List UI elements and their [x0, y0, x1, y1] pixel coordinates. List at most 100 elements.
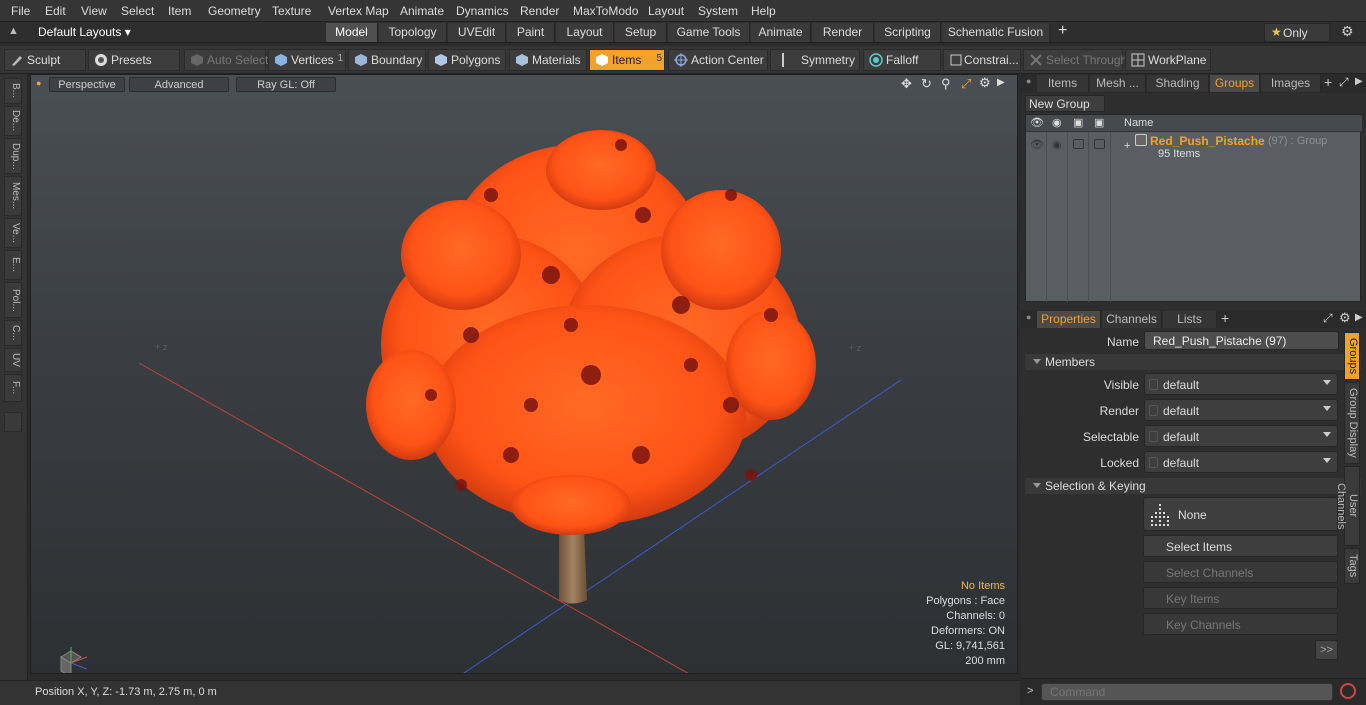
row-lock-checkbox[interactable] — [1073, 139, 1084, 149]
menu-geometry[interactable]: Geometry — [208, 4, 261, 18]
raygl-toggle[interactable]: Ray GL: Off — [236, 77, 336, 92]
eye-icon[interactable]: 👁 — [1030, 116, 1044, 129]
tab-channels[interactable]: Channels — [1102, 311, 1162, 328]
select-through-button[interactable]: Select Through — [1023, 49, 1127, 71]
tool-deform[interactable]: De... — [4, 106, 22, 136]
boundary-button[interactable]: Boundary — [348, 49, 426, 71]
action-center-button[interactable]: Action Center — [668, 49, 768, 71]
tab-model[interactable]: Model — [326, 23, 378, 42]
render-icon[interactable]: ◉ — [1052, 116, 1062, 129]
tool-polygon[interactable]: Pol... — [4, 282, 22, 318]
only-toggle[interactable]: ★ Only — [1264, 23, 1330, 42]
gear-icon[interactable]: ⚙ — [1341, 23, 1354, 40]
row-eye-icon[interactable]: 👁 — [1030, 138, 1044, 151]
menu-dynamics[interactable]: Dynamics — [456, 4, 509, 18]
menu-item[interactable]: Item — [168, 4, 191, 18]
side-tab-groups[interactable]: Groups — [1344, 332, 1360, 380]
tab-mesh[interactable]: Mesh ... — [1090, 75, 1146, 92]
more-button[interactable]: >> — [1315, 640, 1338, 660]
side-tab-tags[interactable]: Tags — [1344, 548, 1360, 584]
menu-texture[interactable]: Texture — [272, 4, 311, 18]
viewport-menu-arrow-icon[interactable]: ▶ — [997, 77, 1005, 88]
tab-layout[interactable]: Layout — [556, 23, 614, 42]
zoom-view-icon[interactable]: ⚲ — [941, 76, 951, 92]
materials-button[interactable]: Materials — [509, 49, 587, 71]
props-menu-arrow-icon[interactable]: ▶ — [1355, 312, 1363, 323]
tool-b[interactable]: B... — [4, 78, 22, 104]
tab-scripting[interactable]: Scripting — [875, 23, 941, 42]
visible-dropdown[interactable]: default — [1144, 373, 1338, 395]
side-tab-group-display[interactable]: Group Display — [1344, 382, 1360, 464]
selection-set-button[interactable]: None — [1143, 497, 1338, 531]
add-props-tab-icon[interactable]: + — [1221, 310, 1229, 326]
select-channels-button[interactable]: Select Channels — [1143, 561, 1338, 583]
panel-dot-icon[interactable]: ● — [1026, 76, 1031, 86]
layout-selector[interactable]: Default Layouts ▾ — [38, 25, 131, 39]
auto-select-button[interactable]: Auto Select — [184, 49, 268, 71]
key-channels-button[interactable]: Key Channels — [1143, 613, 1338, 635]
tool-edge[interactable]: E... — [4, 250, 22, 280]
tab-groups[interactable]: Groups — [1210, 75, 1260, 92]
select-icon[interactable]: ▣ — [1094, 116, 1104, 129]
menu-file[interactable]: File — [11, 4, 30, 18]
record-icon[interactable] — [1340, 683, 1356, 699]
tab-render[interactable]: Render — [812, 23, 874, 42]
selectable-dropdown[interactable]: default — [1144, 425, 1338, 447]
menu-render[interactable]: Render — [520, 4, 559, 18]
props-expand-icon[interactable]: ⤢ — [1323, 311, 1333, 326]
panel-menu-arrow-icon[interactable]: ▶ — [1355, 76, 1363, 87]
falloff-button[interactable]: Falloff — [863, 49, 941, 71]
3d-viewport[interactable]: + z + z ● Perspective Advanced Ray GL: O… — [30, 74, 1018, 674]
tab-shading[interactable]: Shading — [1147, 75, 1209, 92]
tab-items[interactable]: Items — [1037, 75, 1089, 92]
select-items-button[interactable]: Select Items — [1143, 535, 1338, 557]
fit-view-icon[interactable]: ⤢ — [961, 76, 971, 92]
symmetry-button[interactable]: Symmetry — [770, 49, 860, 71]
menu-system[interactable]: System — [698, 4, 738, 18]
props-gear-icon[interactable]: ⚙ — [1339, 310, 1351, 326]
view-perspective-button[interactable]: Perspective — [49, 77, 125, 92]
sculpt-button[interactable]: Sculpt — [4, 49, 86, 71]
tab-setup[interactable]: Setup — [615, 23, 667, 42]
add-panel-tab-icon[interactable]: + — [1324, 74, 1332, 90]
tool-fusion[interactable]: F... — [4, 374, 22, 402]
tab-lists[interactable]: Lists — [1163, 311, 1217, 328]
menu-view[interactable]: View — [81, 4, 107, 18]
presets-button[interactable]: Presets — [88, 49, 180, 71]
row-render-icon[interactable]: ◉ — [1052, 138, 1062, 151]
tab-paint[interactable]: Paint — [507, 23, 555, 42]
tool-duplicate[interactable]: Dup... — [4, 138, 22, 174]
tool-extra[interactable] — [4, 412, 22, 432]
tab-properties[interactable]: Properties — [1037, 311, 1101, 328]
constraints-button[interactable]: Constrai... — [943, 49, 1021, 71]
selection-keying-section[interactable]: Selection & Keying — [1025, 478, 1361, 494]
props-dot-icon[interactable]: ● — [1026, 312, 1031, 322]
tab-topology[interactable]: Topology — [379, 23, 447, 42]
side-tab-user-channels[interactable]: User Channels — [1335, 466, 1360, 546]
tab-images[interactable]: Images — [1261, 75, 1321, 92]
menu-maxtomodo[interactable]: MaxToModo — [573, 4, 638, 18]
items-button[interactable]: Items 5 — [589, 49, 665, 71]
command-input[interactable] — [1041, 683, 1333, 701]
name-field[interactable]: Red_Push_Pistache (97) — [1144, 331, 1339, 350]
members-section[interactable]: Members — [1025, 354, 1361, 370]
move-view-icon[interactable]: ✥ — [901, 76, 912, 92]
menu-select[interactable]: Select — [121, 4, 154, 18]
locked-dropdown[interactable]: default — [1144, 451, 1338, 473]
row-select-checkbox[interactable] — [1094, 139, 1105, 149]
new-group-button[interactable]: New Group — [1025, 95, 1105, 112]
viewport-dot-icon[interactable]: ● — [36, 78, 41, 88]
tool-mesh[interactable]: Mes... — [4, 176, 22, 216]
key-items-button[interactable]: Key Items — [1143, 587, 1338, 609]
menu-animate[interactable]: Animate — [400, 4, 444, 18]
workplane-button[interactable]: WorkPlane — [1125, 49, 1211, 71]
menu-layout[interactable]: Layout — [648, 4, 684, 18]
tab-game-tools[interactable]: Game Tools — [668, 23, 750, 42]
view-advanced-button[interactable]: Advanced — [129, 77, 229, 92]
menu-edit[interactable]: Edit — [45, 4, 66, 18]
tool-vertex[interactable]: Ve... — [4, 218, 22, 248]
expand-icon[interactable]: ⤢ — [1339, 75, 1349, 90]
tab-animate[interactable]: Animate — [751, 23, 811, 42]
menu-vertex-map[interactable]: Vertex Map — [328, 4, 389, 18]
group-row[interactable]: 👁 ◉ + Red_Push_Pistache (97) : Group 95 … — [1026, 133, 1362, 163]
